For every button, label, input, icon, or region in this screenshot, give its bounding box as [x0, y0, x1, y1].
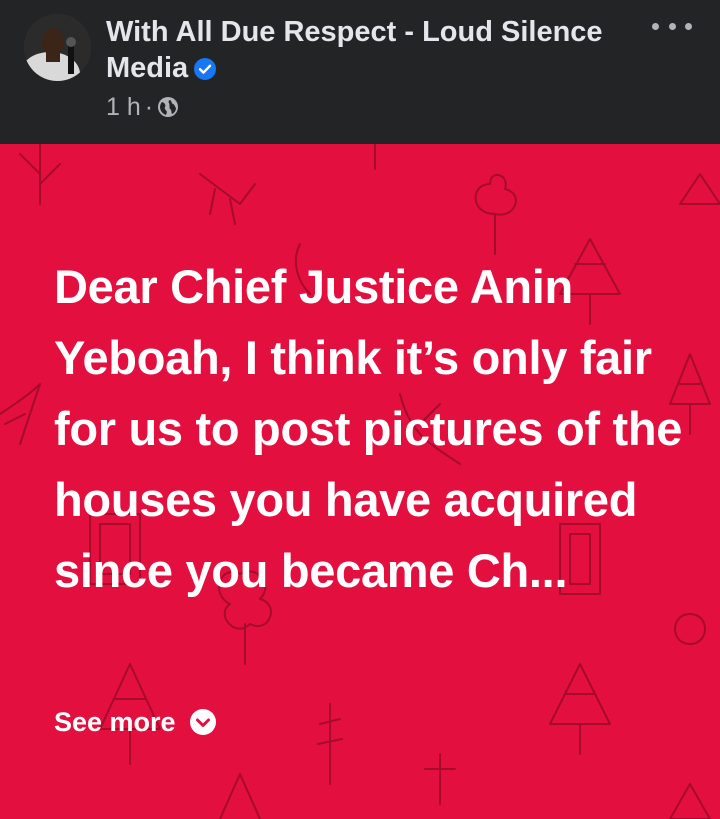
- post-meta: 1 h ·: [106, 90, 179, 124]
- see-more-button[interactable]: See more: [54, 702, 216, 742]
- page-name-text[interactable]: With All Due Respect - Loud Silence Medi…: [106, 16, 603, 84]
- post-body: Dear Chief Justice Anin Yeboah, I think …: [0, 144, 720, 819]
- page-name[interactable]: With All Due Respect - Loud Silence Medi…: [106, 14, 646, 86]
- more-dot: [668, 22, 676, 30]
- post-header: With All Due Respect - Loud Silence Medi…: [0, 0, 720, 144]
- globe-icon: [158, 97, 179, 117]
- page-avatar[interactable]: [24, 14, 91, 81]
- meta-separator: ·: [144, 92, 154, 121]
- post-time[interactable]: 1 h: [106, 93, 141, 122]
- chevron-down-circle-icon[interactable]: [189, 709, 216, 735]
- more-dot: [652, 22, 659, 30]
- more-options-icon[interactable]: [652, 16, 692, 36]
- post-text: Dear Chief Justice Anin Yeboah, I think …: [54, 260, 683, 597]
- verified-badge-icon: [194, 58, 217, 80]
- see-more-label[interactable]: See more: [54, 707, 176, 738]
- more-dot: [685, 22, 692, 30]
